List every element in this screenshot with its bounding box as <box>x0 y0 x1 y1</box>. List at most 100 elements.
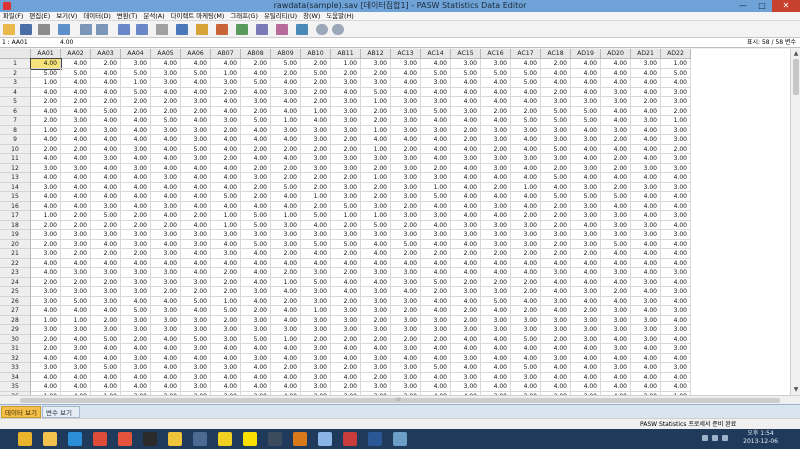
grid-cell[interactable]: 3.00 <box>361 287 391 297</box>
grid-cell[interactable]: 3.00 <box>421 97 451 107</box>
grid-cell[interactable]: 3.00 <box>541 230 571 240</box>
grid-cell[interactable]: 3.00 <box>91 296 121 306</box>
grid-cell[interactable]: 4.00 <box>91 258 121 268</box>
grid-cell[interactable]: 2.00 <box>361 116 391 126</box>
grid-cell[interactable]: 4.00 <box>151 59 181 69</box>
grid-cell[interactable]: 3.00 <box>361 59 391 69</box>
grid-cell[interactable]: 5.00 <box>481 68 511 78</box>
grid-cell[interactable]: 4.00 <box>571 125 601 135</box>
grid-cell[interactable]: 4.00 <box>631 192 661 202</box>
grid-cell[interactable]: 4.00 <box>361 277 391 287</box>
grid-cell[interactable]: 4.00 <box>331 372 361 382</box>
grid-cell[interactable]: 3.00 <box>391 277 421 287</box>
row-header[interactable]: 22 <box>0 258 31 268</box>
grid-cell[interactable]: 4.00 <box>421 239 451 249</box>
row-header[interactable]: 16 <box>0 201 31 211</box>
menu-item[interactable]: 창(W) <box>300 12 323 21</box>
grid-cell[interactable]: 3.00 <box>181 125 211 135</box>
grid-cell[interactable]: 5.00 <box>511 363 541 373</box>
grid-cell[interactable]: 3.00 <box>331 306 361 316</box>
grid-cell[interactable]: 3.00 <box>91 268 121 278</box>
grid-cell[interactable]: 4.00 <box>91 192 121 202</box>
grid-cell[interactable]: 3.00 <box>391 325 421 335</box>
grid-cell[interactable]: 4.00 <box>571 59 601 69</box>
grid-cell[interactable]: 3.00 <box>121 163 151 173</box>
grid-cell[interactable]: 3.00 <box>331 154 361 164</box>
grid-cell[interactable]: 4.00 <box>61 201 91 211</box>
grid-cell[interactable]: 3.00 <box>361 268 391 278</box>
column-header[interactable]: AA02 <box>61 49 91 59</box>
grid-cell[interactable]: 5.00 <box>511 68 541 78</box>
grid-cell[interactable]: 4.00 <box>631 268 661 278</box>
grid-cell[interactable]: 4.00 <box>61 182 91 192</box>
grid-cell[interactable]: 4.00 <box>301 220 331 230</box>
chrome-icon[interactable] <box>93 432 107 446</box>
grid-cell[interactable]: 3.00 <box>661 154 691 164</box>
grid-cell[interactable]: 4.00 <box>61 258 91 268</box>
grid-cell[interactable]: 3.00 <box>481 325 511 335</box>
grid-cell[interactable]: 1.00 <box>211 68 241 78</box>
grid-cell[interactable]: 4.00 <box>61 87 91 97</box>
row-header[interactable]: 14 <box>0 182 31 192</box>
grid-cell[interactable]: 4.00 <box>61 192 91 202</box>
grid-cell[interactable]: 4.00 <box>151 363 181 373</box>
grid-cell[interactable]: 4.00 <box>481 268 511 278</box>
grid-cell[interactable]: 3.00 <box>301 287 331 297</box>
grid-cell[interactable]: 4.00 <box>181 249 211 259</box>
grid-cell[interactable]: 3.00 <box>451 220 481 230</box>
grid-cell[interactable]: 2.00 <box>271 144 301 154</box>
grid-cell[interactable]: 4.00 <box>151 87 181 97</box>
grid-cell[interactable]: 4.00 <box>211 382 241 392</box>
grid-cell[interactable]: 3.00 <box>541 154 571 164</box>
grid-cell[interactable]: 2.00 <box>61 97 91 107</box>
find-icon[interactable] <box>176 24 188 35</box>
grid-cell[interactable]: 3.00 <box>661 230 691 240</box>
row-header[interactable]: 31 <box>0 344 31 354</box>
grid-cell[interactable]: 3.00 <box>661 97 691 107</box>
grid-cell[interactable]: 3.00 <box>511 220 541 230</box>
grid-cell[interactable]: 4.00 <box>541 78 571 88</box>
insert-variable-icon[interactable] <box>216 24 228 35</box>
grid-cell[interactable]: 4.00 <box>391 135 421 145</box>
grid-cell[interactable]: 3.00 <box>541 97 571 107</box>
grid-cell[interactable]: 3.00 <box>301 372 331 382</box>
grid-cell[interactable]: 2.00 <box>91 277 121 287</box>
grid-cell[interactable]: 3.00 <box>391 154 421 164</box>
grid-cell[interactable]: 3.00 <box>481 315 511 325</box>
grid-cell[interactable]: 3.00 <box>301 344 331 354</box>
grid-cell[interactable]: 2.00 <box>211 268 241 278</box>
grid-cell[interactable]: 4.00 <box>421 296 451 306</box>
grid-cell[interactable]: 3.00 <box>571 325 601 335</box>
grid-cell[interactable]: 3.00 <box>211 325 241 335</box>
grid-cell[interactable]: 3.00 <box>361 325 391 335</box>
grid-cell[interactable]: 4.00 <box>631 68 661 78</box>
grid-cell[interactable]: 4.00 <box>601 249 631 259</box>
grid-cell[interactable]: 2.00 <box>361 163 391 173</box>
grid-cell[interactable]: 2.00 <box>541 87 571 97</box>
grid-cell[interactable]: 5.00 <box>541 144 571 154</box>
grid-cell[interactable]: 5.00 <box>181 68 211 78</box>
grid-cell[interactable]: 4.00 <box>211 239 241 249</box>
grid-cell[interactable]: 4.00 <box>361 239 391 249</box>
grid-cell[interactable]: 3.00 <box>601 220 631 230</box>
grid-cell[interactable]: 4.00 <box>481 353 511 363</box>
grid-cell[interactable]: 4.00 <box>451 182 481 192</box>
grid-cell[interactable]: 3.00 <box>271 239 301 249</box>
grid-cell[interactable]: 5.00 <box>511 334 541 344</box>
select-cases-icon[interactable] <box>276 24 288 35</box>
grid-cell[interactable]: 4.00 <box>331 353 361 363</box>
grid-cell[interactable]: 4.00 <box>331 277 361 287</box>
grid-cell[interactable]: 4.00 <box>31 258 61 268</box>
grid-cell[interactable]: 2.00 <box>331 382 361 392</box>
grid-cell[interactable]: 4.00 <box>30 58 62 70</box>
grid-cell[interactable]: 4.00 <box>241 87 271 97</box>
grid-cell[interactable]: 4.00 <box>271 315 301 325</box>
grid-cell[interactable]: 3.00 <box>631 296 661 306</box>
grid-cell[interactable]: 3.00 <box>331 315 361 325</box>
grid-cell[interactable]: 4.00 <box>271 106 301 116</box>
grid-cell[interactable]: 4.00 <box>91 173 121 183</box>
grid-cell[interactable]: 3.00 <box>601 87 631 97</box>
grid-cell[interactable]: 4.00 <box>181 201 211 211</box>
row-header[interactable]: 6 <box>0 106 31 116</box>
grid-cell[interactable]: 2.00 <box>601 163 631 173</box>
